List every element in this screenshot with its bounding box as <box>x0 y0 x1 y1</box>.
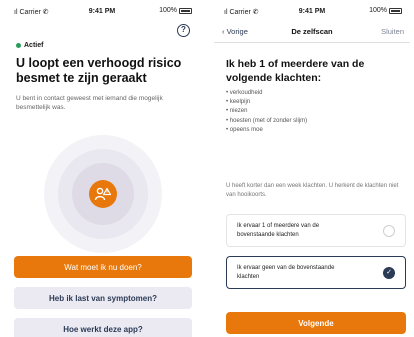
status-dot-icon <box>16 43 21 48</box>
option-label: Ik ervaar geen van de bovenstaande klach… <box>237 265 335 280</box>
symptom-note: U heeft korter dan een week klachten. U … <box>226 183 399 198</box>
list-item: hoesten (met of zonder slijm) <box>226 117 307 126</box>
status-bar: ıl Carrier ✆ 9:41 PM 100% <box>214 0 410 22</box>
symptom-list: verkoudheid keelpijn niezen hoesten (met… <box>226 89 307 135</box>
radio-unchecked-icon[interactable] <box>383 225 395 237</box>
exposure-illustration <box>44 135 162 253</box>
how-it-works-button[interactable]: Hoe werkt deze app? <box>14 318 192 337</box>
contact-warning-icon <box>89 180 117 208</box>
list-item: verkoudheid <box>226 89 307 98</box>
option-has-symptoms[interactable]: Ik ervaar 1 of meerdere van de bovenstaa… <box>226 214 406 247</box>
status-badge: Actief <box>16 42 43 49</box>
battery-icon <box>389 7 402 14</box>
symptoms-button[interactable]: Heb ik last van symptomen? <box>14 287 192 309</box>
list-item: niezen <box>226 107 307 116</box>
self-scan-screen: ıl Carrier ✆ 9:41 PM 100% ‹ Vorige De ze… <box>214 0 410 337</box>
help-button[interactable]: ? <box>177 24 190 37</box>
list-item: keelpijn <box>226 98 307 107</box>
status-bar: ıl Carrier ✆ 9:41 PM 100% <box>4 0 200 22</box>
what-to-do-button[interactable]: Wat moet ik nu doen? <box>14 256 192 278</box>
battery-percent: 100% <box>369 7 387 14</box>
option-label: Ik ervaar 1 of meerdere van de bovenstaa… <box>237 223 320 238</box>
exposure-description: U bent in contact geweest met iemand die… <box>16 95 163 111</box>
next-button[interactable]: Volgende <box>226 312 406 334</box>
close-button[interactable]: Sluiten <box>381 27 404 36</box>
option-no-symptoms[interactable]: Ik ervaar geen van de bovenstaande klach… <box>226 256 406 289</box>
radio-checked-icon[interactable]: ✓ <box>383 267 395 279</box>
navigation-bar: ‹ Vorige De zelfscan Sluiten <box>214 22 410 42</box>
status-label: Actief <box>24 42 44 49</box>
question-icon: ? <box>181 25 186 34</box>
page-title: U loopt een verhoogd risico besmet te zi… <box>16 56 182 85</box>
divider <box>214 42 410 43</box>
battery-icon <box>179 7 192 14</box>
exposure-screen: ıl Carrier ✆ 9:41 PM 100% ? Actief U loo… <box>4 0 200 337</box>
list-item: opeens moe <box>226 126 307 135</box>
question-title: Ik heb 1 of meerdere van de volgende kla… <box>226 58 365 84</box>
battery-percent: 100% <box>159 7 177 14</box>
battery-indicator: 100% <box>369 7 402 14</box>
battery-indicator: 100% <box>159 7 192 14</box>
